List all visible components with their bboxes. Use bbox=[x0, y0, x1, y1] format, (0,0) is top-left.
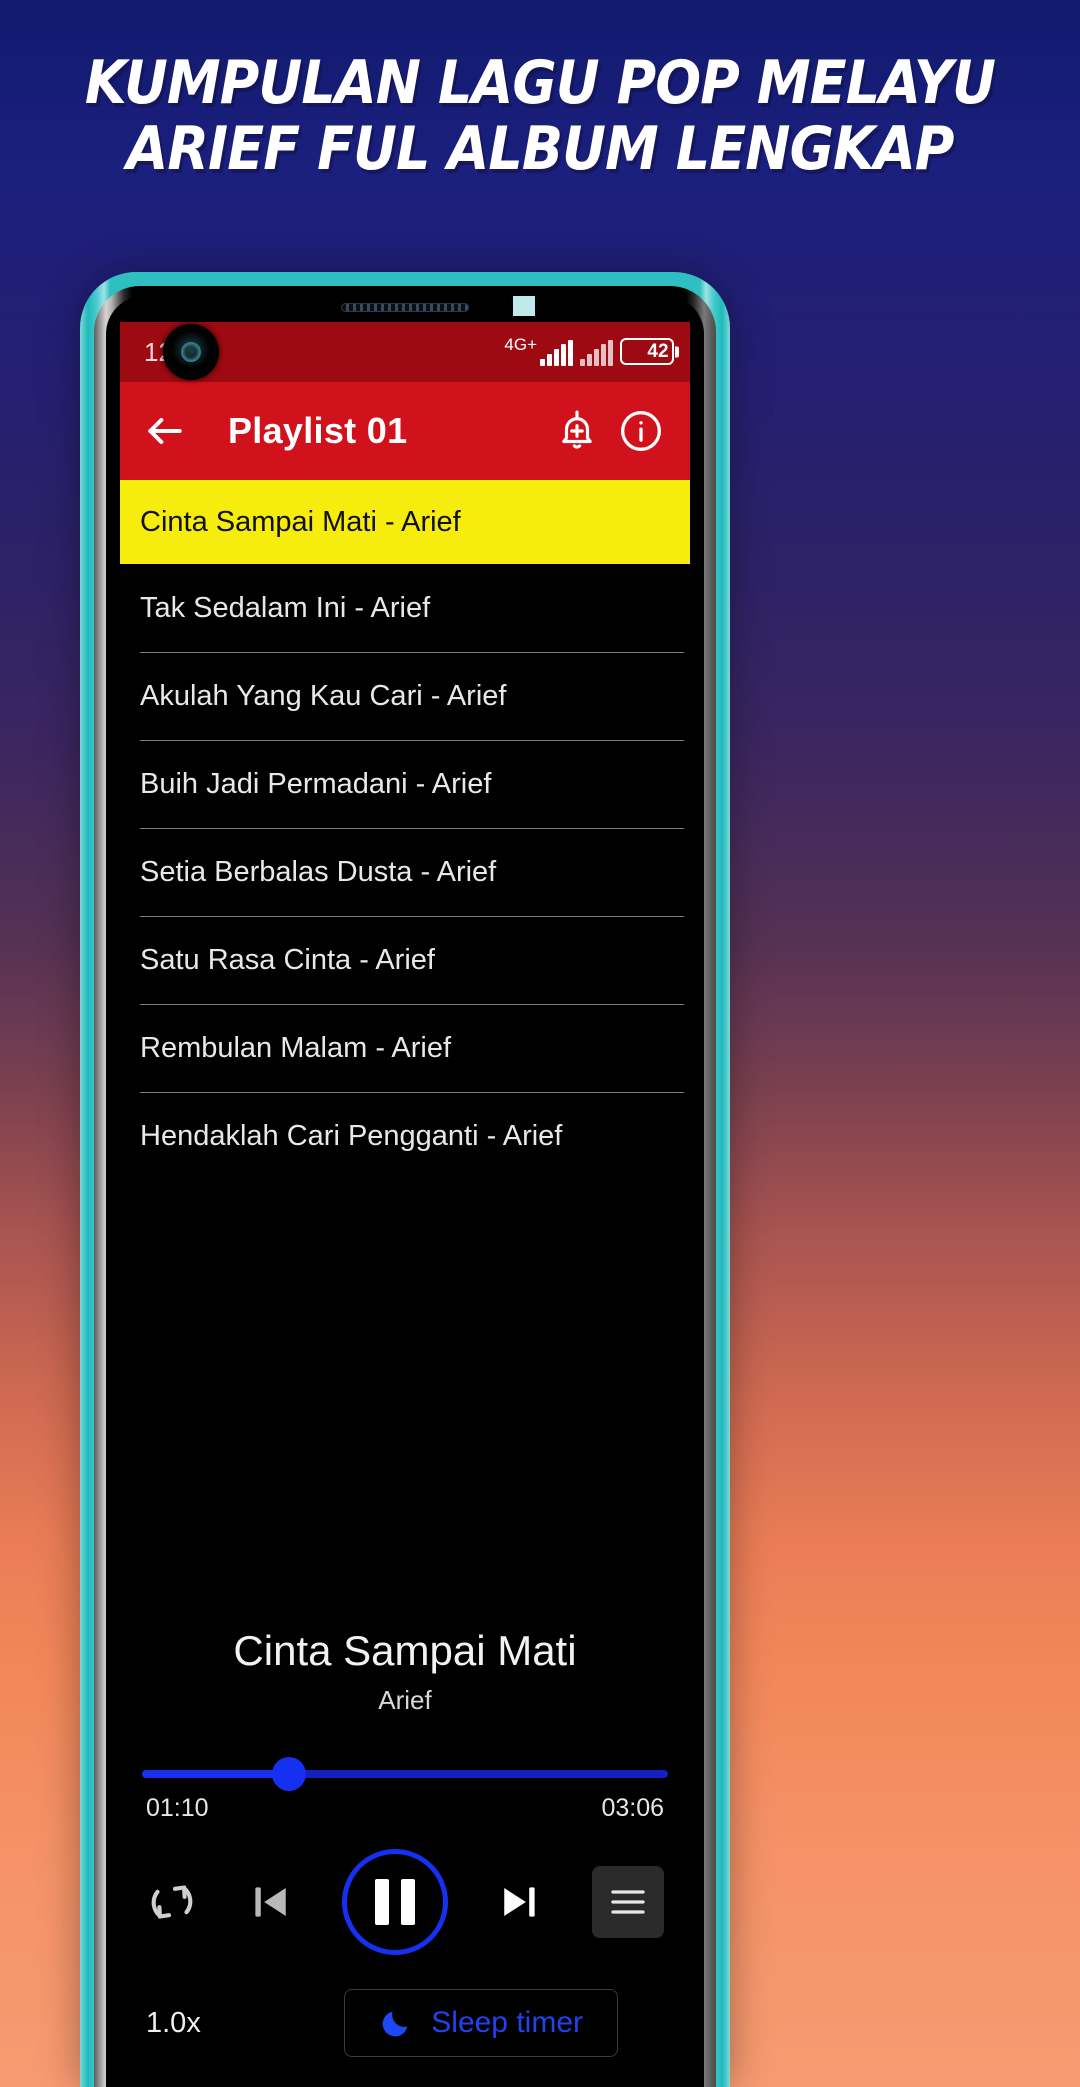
signal-strength-icon-sim2 bbox=[580, 340, 613, 366]
seek-bar-container[interactable]: 01:10 03:06 bbox=[120, 1716, 690, 1823]
song-title: Rembulan Malam - Arief bbox=[140, 1031, 452, 1064]
song-title: Cinta Sampai Mati - Arief bbox=[140, 505, 461, 538]
battery-icon: 42 bbox=[620, 338, 674, 365]
app-toolbar: Playlist 01 bbox=[120, 382, 690, 480]
song-list[interactable]: Cinta Sampai Mati - Arief Tak Sedalam In… bbox=[120, 480, 690, 1180]
phone-screen: 12 4G+ 42 Playlist 01 Cinta Sampai Mati … bbox=[120, 322, 690, 2087]
now-playing-panel: Cinta Sampai Mati Arief 01:10 03:06 1.0x… bbox=[120, 1609, 690, 2087]
seek-bar-track[interactable] bbox=[142, 1757, 668, 1791]
network-type-label: 4G+ bbox=[504, 335, 537, 354]
song-title: Buih Jadi Permadani - Arief bbox=[140, 767, 492, 800]
antenna-notch bbox=[513, 296, 535, 316]
song-title: Hendaklah Cari Pengganti - Arief bbox=[140, 1119, 563, 1152]
list-item[interactable]: Rembulan Malam - Arief bbox=[120, 1004, 690, 1092]
moon-icon bbox=[382, 2011, 408, 2037]
list-item[interactable]: Setia Berbalas Dusta - Arief bbox=[120, 828, 690, 916]
front-camera-punch-hole bbox=[166, 327, 216, 377]
repeat-icon[interactable] bbox=[146, 1876, 198, 1928]
pause-icon[interactable] bbox=[342, 1849, 448, 1955]
status-bar-left: 12 bbox=[144, 327, 216, 377]
song-title: Satu Rasa Cinta - Arief bbox=[140, 943, 435, 976]
android-status-bar: 12 4G+ 42 bbox=[120, 322, 690, 382]
list-item[interactable]: Buih Jadi Permadani - Arief bbox=[120, 740, 690, 828]
pause-bar bbox=[375, 1879, 389, 1925]
playback-speed-label[interactable]: 1.0x bbox=[146, 2007, 201, 2040]
seek-bar-fill bbox=[142, 1770, 290, 1778]
sleep-timer-label: Sleep timer bbox=[431, 2006, 583, 2039]
total-duration: 03:06 bbox=[601, 1794, 664, 1822]
queue-list-icon[interactable] bbox=[592, 1866, 664, 1938]
player-controls bbox=[120, 1823, 690, 1955]
promo-headline: KUMPULAN LAGU POP MELAYU ARIEF FUL ALBUM… bbox=[84, 48, 996, 184]
song-title: Tak Sedalam Ini - Arief bbox=[140, 591, 431, 624]
list-item[interactable]: Akulah Yang Kau Cari - Arief bbox=[120, 652, 690, 740]
phone-bezel: 12 4G+ 42 Playlist 01 Cinta Sampai Mati … bbox=[106, 296, 704, 2087]
elapsed-time: 01:10 bbox=[146, 1794, 209, 1822]
back-arrow-icon[interactable] bbox=[142, 408, 188, 454]
battery-level-label: 42 bbox=[647, 340, 669, 362]
sleep-timer-button[interactable]: Sleep timer bbox=[344, 1989, 618, 2057]
status-bar-right: 4G+ 42 bbox=[504, 335, 674, 366]
skip-next-icon[interactable] bbox=[493, 1875, 547, 1929]
list-item[interactable]: Cinta Sampai Mati - Arief bbox=[120, 480, 690, 564]
pause-bar bbox=[401, 1879, 415, 1925]
list-item[interactable]: Tak Sedalam Ini - Arief bbox=[120, 564, 690, 652]
earpiece-speaker-grille bbox=[341, 303, 469, 312]
info-circle-icon[interactable] bbox=[618, 408, 664, 454]
phone-mockup: 12 4G+ 42 Playlist 01 Cinta Sampai Mati … bbox=[80, 272, 730, 2087]
playback-bottom-bar: 1.0x Sleep timer bbox=[120, 1955, 690, 2087]
list-item[interactable]: Satu Rasa Cinta - Arief bbox=[120, 916, 690, 1004]
now-playing-artist: Arief bbox=[378, 1685, 432, 1715]
seek-bar-thumb[interactable] bbox=[272, 1757, 307, 1791]
signal-strength-icon-sim1 bbox=[540, 340, 573, 366]
now-playing-title: Cinta Sampai Mati bbox=[233, 1627, 577, 1674]
page-title: Playlist 01 bbox=[228, 410, 408, 451]
list-item[interactable]: Hendaklah Cari Pengganti - Arief bbox=[120, 1092, 690, 1180]
song-title: Setia Berbalas Dusta - Arief bbox=[140, 855, 497, 888]
time-labels: 01:10 03:06 bbox=[142, 1778, 668, 1823]
bell-plus-icon[interactable] bbox=[554, 408, 600, 454]
skip-previous-icon[interactable] bbox=[243, 1875, 297, 1929]
song-title: Akulah Yang Kau Cari - Arief bbox=[140, 679, 507, 712]
